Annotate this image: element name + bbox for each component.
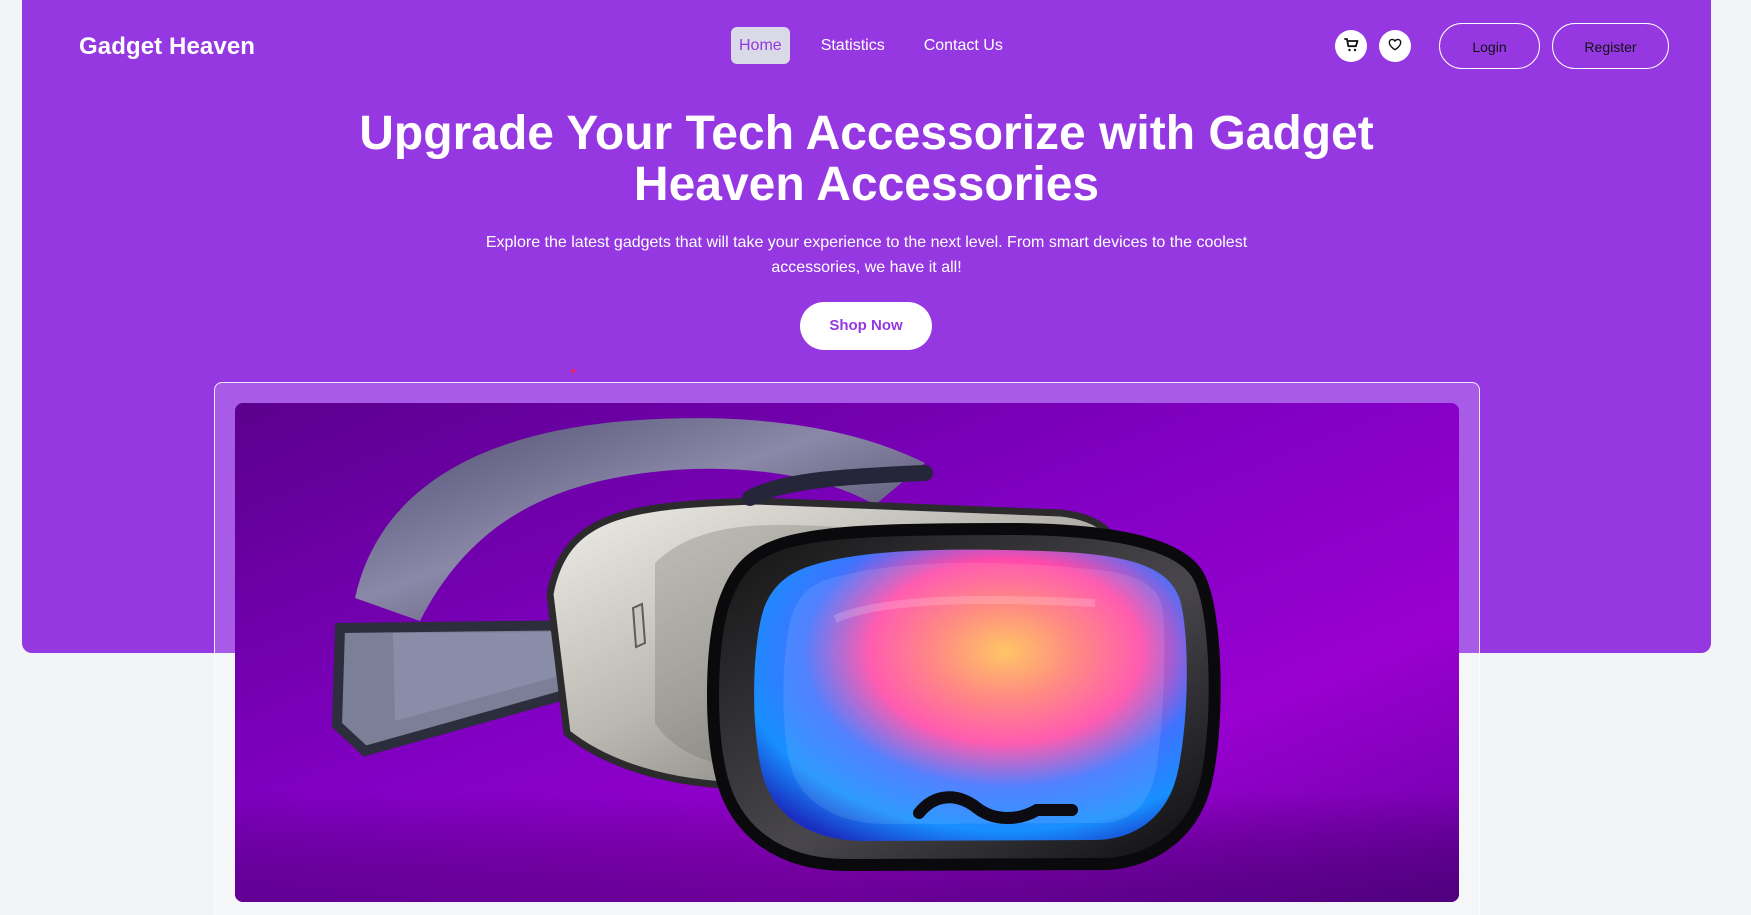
register-button[interactable]: Register xyxy=(1552,23,1669,69)
hero-title: Upgrade Your Tech Accessorize with Gadge… xyxy=(359,107,1374,211)
nav-contact-link[interactable]: Contact Us xyxy=(916,27,1011,64)
heart-icon xyxy=(1388,38,1402,54)
primary-nav: Home Statistics Contact Us xyxy=(731,27,1011,64)
vr-headset-image xyxy=(235,403,1459,902)
top-navigation: Gadget Heaven Home Statistics Contact Us xyxy=(22,0,1711,92)
brand-logo[interactable]: Gadget Heaven xyxy=(79,33,255,61)
login-button[interactable]: Login xyxy=(1439,23,1540,69)
nav-statistics-link[interactable]: Statistics xyxy=(813,27,893,64)
cart-button[interactable] xyxy=(1335,30,1367,62)
nav-home-link[interactable]: Home xyxy=(731,27,790,64)
decorative-dot xyxy=(571,369,575,373)
shopping-cart-icon xyxy=(1343,37,1359,55)
wishlist-button[interactable] xyxy=(1379,30,1411,62)
hero-subtitle: Explore the latest gadgets that will tak… xyxy=(485,234,1248,276)
shop-now-button[interactable]: Shop Now xyxy=(800,302,932,350)
header-actions: Login Register xyxy=(1335,22,1669,70)
gadget-heaven-page: Gadget Heaven Home Statistics Contact Us xyxy=(0,0,1751,915)
